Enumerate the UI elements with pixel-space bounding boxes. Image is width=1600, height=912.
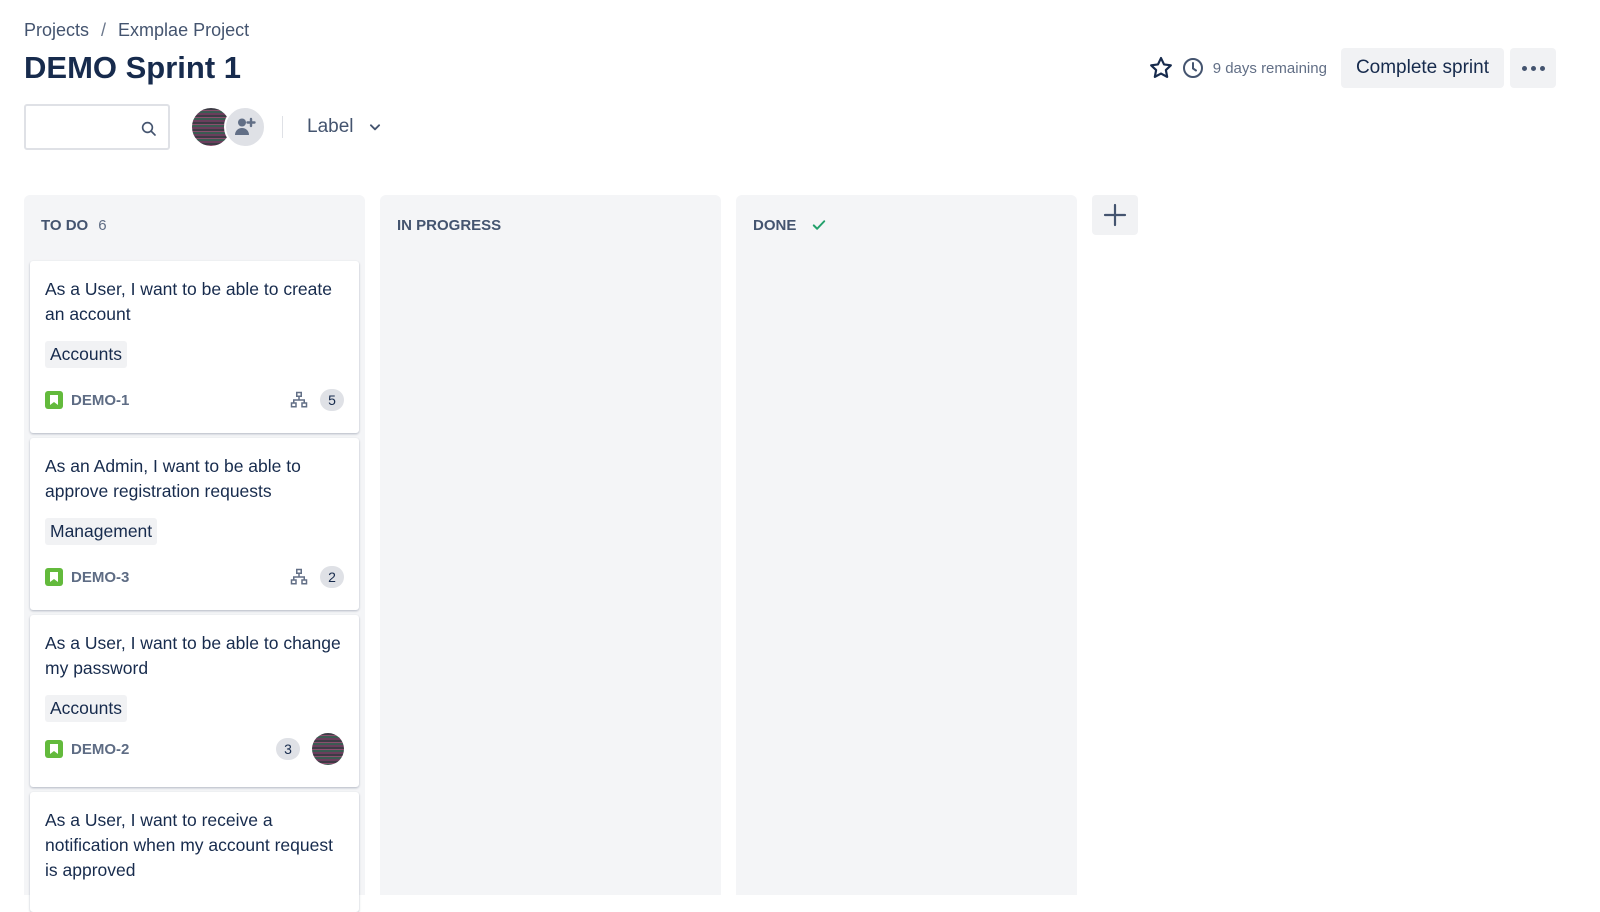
add-column-button[interactable] [1092,195,1138,235]
card-label: Accounts [45,341,127,368]
issue-card[interactable]: As a User, I want to receive a notificat… [30,792,359,912]
card-footer-right: 3 [276,733,344,765]
breadcrumb-projects[interactable]: Projects [24,20,89,41]
page-title: DEMO Sprint 1 [24,50,242,85]
column-title: TO DO [41,216,89,234]
breadcrumb-separator: / [101,20,107,40]
child-issue-count: 5 [320,389,344,411]
search-icon [141,121,156,136]
card-footer: DEMO-2 3 [45,733,344,765]
header-actions: 9 days remaining Complete sprint [1143,48,1556,88]
time-remaining-text: 9 days remaining [1212,59,1327,77]
complete-sprint-button[interactable]: Complete sprint [1340,48,1504,88]
issue-card[interactable]: As an Admin, I want to be able to approv… [30,438,359,610]
card-label: Accounts [45,695,127,722]
star-button[interactable] [1143,50,1179,86]
card-footer-right: 5 [290,389,344,411]
assignee-avatar[interactable] [312,733,344,765]
card-summary: As an Admin, I want to be able to approv… [45,456,301,501]
column-todo: TO DO 6 As a User, I want to be able to … [24,195,365,912]
card-list: As a User, I want to be able to create a… [24,255,365,912]
column-issue-count: 6 [98,216,107,234]
story-icon [45,568,63,586]
column-header: TO DO 6 [24,195,365,255]
more-icon [1521,65,1527,71]
card-footer-right: 2 [290,566,344,588]
column-title: IN PROGRESS [397,216,502,234]
add-user-icon [235,117,256,135]
child-issue-count: 2 [320,566,344,588]
star-icon [1149,56,1172,78]
column-title: DONE [753,216,797,234]
story-icon [45,391,63,409]
sprint-board: TO DO 6 As a User, I want to be able to … [24,195,1138,912]
add-people-button[interactable] [224,106,266,148]
issue-key[interactable]: DEMO-2 [71,741,129,758]
issue-card[interactable]: As a User, I want to be able to change m… [30,615,359,787]
filters-bar: Label [24,104,388,150]
child-issues-icon [290,391,308,408]
divider [282,116,283,138]
column-in-progress: IN PROGRESS [380,195,721,895]
card-summary: As a User, I want to be able to create a… [45,279,332,324]
card-summary: As a User, I want to be able to change m… [45,633,341,678]
plus-icon [1103,203,1127,227]
story-points: 3 [276,738,300,760]
issue-key[interactable]: DEMO-3 [71,569,129,586]
card-footer: DEMO-3 2 [45,566,344,588]
issue-key[interactable]: DEMO-1 [71,392,129,409]
card-label: Management [45,518,158,545]
search-field[interactable] [24,104,170,150]
chevron-down-icon [369,124,380,131]
card-footer: DEMO-1 5 [45,389,344,411]
check-icon [813,220,826,230]
assignee-filter [190,106,266,148]
child-issues-icon [290,568,308,585]
story-icon [45,740,63,758]
sprint-time-remaining: 9 days remaining [1181,56,1327,80]
column-header: DONE [736,195,1077,255]
card-summary: As a User, I want to receive a notificat… [45,810,333,880]
label-filter-text: Label [307,116,354,137]
issue-card[interactable]: As a User, I want to be able to create a… [30,261,359,433]
clock-icon [1182,58,1203,78]
breadcrumb: Projects / Exmplae Project [24,20,249,41]
column-done: DONE [736,195,1077,895]
breadcrumb-project[interactable]: Exmplae Project [118,20,249,41]
more-actions-button[interactable] [1510,48,1556,88]
column-header: IN PROGRESS [380,195,721,255]
label-filter-dropdown[interactable]: Label [301,112,388,142]
search-input[interactable] [34,106,148,148]
